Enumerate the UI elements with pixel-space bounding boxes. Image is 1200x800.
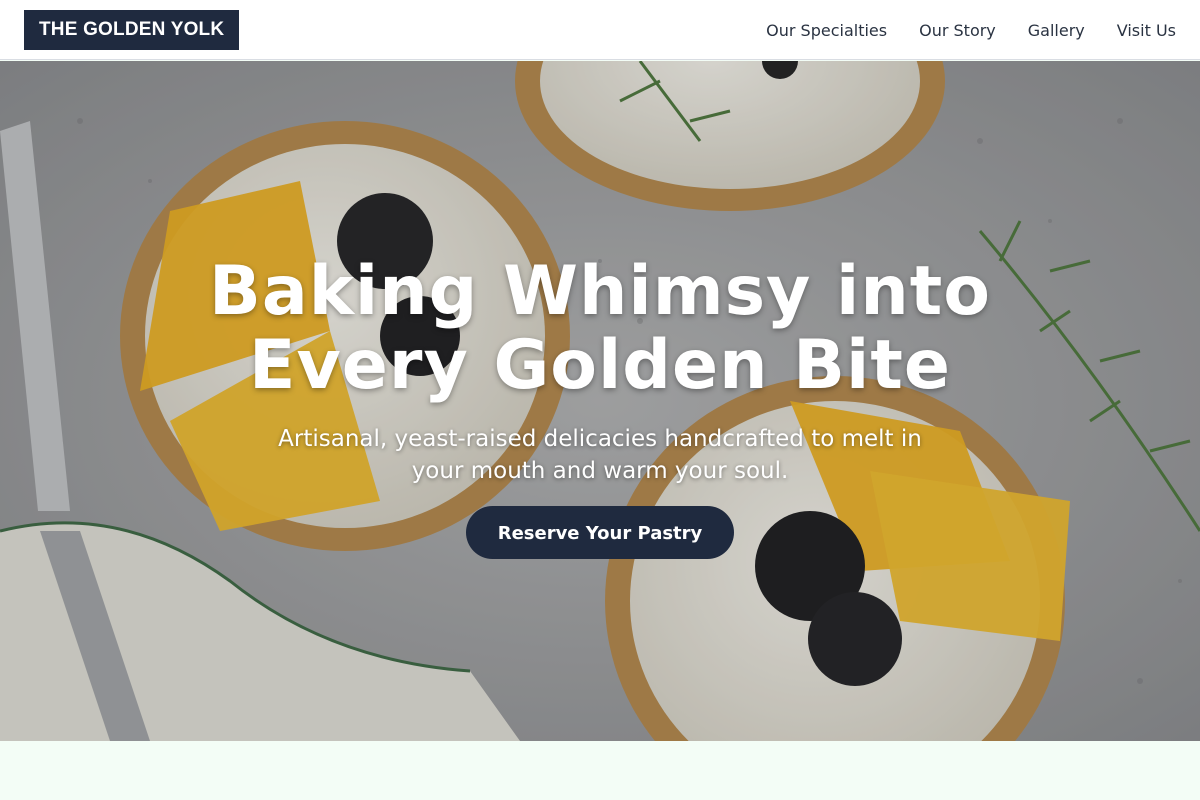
brand-logo[interactable]: THE GOLDEN YOLK <box>24 10 240 50</box>
nav-link-gallery[interactable]: Gallery <box>1028 21 1085 40</box>
nav-link-our-specialties[interactable]: Our Specialties <box>766 21 887 40</box>
hero-section: Baking Whimsy into Every Golden Bite Art… <box>0 61 1200 741</box>
nav-link-our-story[interactable]: Our Story <box>919 21 996 40</box>
reserve-pastry-button[interactable]: Reserve Your Pastry <box>466 506 734 559</box>
hero-headline-line-1: Baking Whimsy into <box>208 252 991 331</box>
hero-headline-line-2: Every Golden Bite <box>249 326 951 405</box>
main-nav: Our Specialties Our Story Gallery Visit … <box>766 0 1176 60</box>
hero-headline: Baking Whimsy into Every Golden Bite <box>0 255 1200 403</box>
next-section <box>0 741 1200 800</box>
site-header: THE GOLDEN YOLK Our Specialties Our Stor… <box>0 0 1200 60</box>
nav-link-visit-us[interactable]: Visit Us <box>1117 21 1176 40</box>
hero-content: Baking Whimsy into Every Golden Bite Art… <box>0 61 1200 741</box>
hero-subtitle-line-2: your mouth and warm your soul. <box>411 458 789 484</box>
hero-subtitle-line-1: Artisanal, yeast-raised delicacies handc… <box>278 426 922 452</box>
hero-subtitle: Artisanal, yeast-raised delicacies handc… <box>250 423 950 487</box>
